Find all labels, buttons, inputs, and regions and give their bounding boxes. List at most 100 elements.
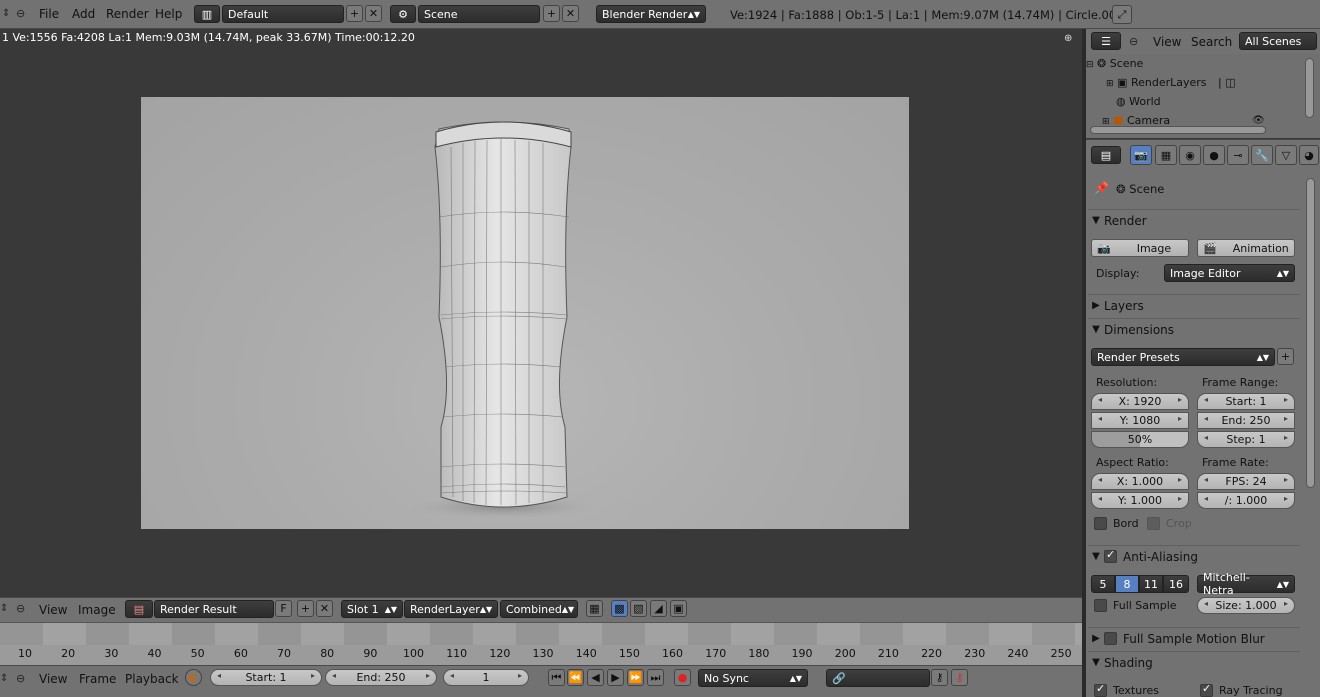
remove-screen-icon[interactable]: ✕ (365, 5, 382, 22)
frame-step-field[interactable]: ◂ Step: 1 ▸ (1197, 431, 1295, 448)
data-tab-icon[interactable]: ▽ (1275, 145, 1297, 165)
decrement-icon[interactable]: ◂ (1204, 395, 1208, 404)
full-sample-checkbox[interactable]: Full Sample (1094, 599, 1177, 612)
red-channel-icon[interactable]: ▣ (670, 600, 687, 617)
decrement-icon[interactable]: ◂ (1204, 599, 1208, 608)
decrement-icon[interactable]: ◂ (1204, 494, 1208, 503)
add-scene-icon[interactable]: + (543, 5, 560, 22)
insert-keyframe-icon[interactable]: ⚷ (931, 669, 948, 686)
add-preset-icon[interactable]: + (1277, 348, 1294, 365)
collapse-icon[interactable]: ⊖ (1129, 35, 1138, 48)
jump-start-icon[interactable]: ⏮ (548, 669, 565, 686)
increment-icon[interactable]: ▸ (518, 671, 522, 680)
slot-dropdown[interactable]: Slot 1 ▲▼ (341, 600, 403, 618)
z-buffer-icon[interactable]: ◢ (650, 600, 667, 617)
scene-field[interactable]: Scene (418, 5, 540, 23)
layer-dropdown[interactable]: RenderLayer ▲▼ (404, 600, 498, 618)
resolution-percent-slider[interactable]: 50% (1091, 431, 1189, 448)
play-icon[interactable]: ▶ (607, 669, 624, 686)
scene-icon[interactable]: ⚙ (390, 5, 416, 23)
anti-aliasing-panel-header[interactable]: ▼ Anti-Aliasing (1088, 545, 1300, 567)
aa-samples-8[interactable]: 8 (1115, 575, 1139, 593)
outliner-hscrollbar[interactable] (1090, 126, 1266, 134)
render-presets-dropdown[interactable]: Render Presets ▲▼ (1091, 348, 1275, 366)
increment-icon[interactable]: ▸ (426, 671, 430, 680)
remove-scene-icon[interactable]: ✕ (562, 5, 579, 22)
bord-checkbox-box[interactable] (1094, 517, 1107, 530)
increment-icon[interactable]: ▸ (1284, 599, 1288, 608)
screen-layout-icon[interactable]: ▥ (194, 5, 220, 23)
fake-user-button[interactable]: F (275, 600, 292, 617)
motion-blur-checkbox[interactable] (1104, 632, 1117, 645)
collapse-icon[interactable]: ⊖ (16, 7, 25, 20)
prev-keyframe-icon[interactable]: ⏪ (567, 669, 584, 686)
outliner-row-scene[interactable]: ⊟ ❂ Scene (1086, 57, 1143, 70)
aa-samples-5[interactable]: 5 (1091, 575, 1115, 593)
play-reverse-icon[interactable]: ◀ (587, 669, 604, 686)
menu-file[interactable]: File (39, 7, 59, 21)
render-panel-header[interactable]: ▼ Render (1088, 209, 1300, 231)
image-browse-icon[interactable]: ▤ (125, 600, 153, 618)
decrement-icon[interactable]: ◂ (1204, 414, 1208, 423)
start-frame-field[interactable]: ◂ Start: 1 ▸ (210, 669, 322, 686)
increment-icon[interactable]: ▸ (1178, 395, 1182, 404)
fps-field[interactable]: ◂ FPS: 24 ▸ (1197, 473, 1295, 490)
decrement-icon[interactable]: ◂ (1098, 494, 1102, 503)
render-layers-tab-icon[interactable]: ▦ (1155, 145, 1177, 165)
pin-icon[interactable]: 📌 (1094, 181, 1109, 195)
menu-view[interactable]: View (39, 672, 67, 686)
aa-samples-11[interactable]: 11 (1139, 575, 1163, 593)
object-tab-icon[interactable]: ⊸ (1227, 145, 1249, 165)
properties-scrollbar[interactable] (1306, 178, 1315, 488)
crop-checkbox-box[interactable] (1147, 517, 1160, 530)
menu-frame[interactable]: Frame (79, 672, 116, 686)
motion-blur-panel-header[interactable]: ▶ Full Sample Motion Blur (1088, 627, 1300, 649)
outliner-filter-dropdown[interactable]: All Scenes (1239, 32, 1317, 50)
decrement-icon[interactable]: ◂ (1204, 475, 1208, 484)
anti-aliasing-checkbox[interactable] (1104, 548, 1117, 563)
aa-filter-dropdown[interactable]: Mitchell-Netra ▲▼ (1197, 571, 1295, 597)
aspect-y-field[interactable]: ◂ Y: 1.000 ▸ (1091, 492, 1189, 509)
visibility-eye-icon[interactable]: 👁 (1252, 115, 1265, 126)
decrement-icon[interactable]: ◂ (217, 671, 221, 680)
expand-icon[interactable]: ⊟ (1086, 60, 1094, 70)
color-alpha-icon[interactable]: ▩ (611, 600, 628, 617)
ray-tracing-checkbox-box[interactable] (1200, 683, 1213, 697)
decrement-icon[interactable]: ◂ (1098, 414, 1102, 423)
jump-end-icon[interactable]: ⏭ (647, 669, 664, 686)
outliner-view-menu[interactable]: View (1153, 35, 1181, 49)
increment-icon[interactable]: ▸ (1284, 494, 1288, 503)
menu-playback[interactable]: Playback (125, 672, 179, 686)
fps-base-field[interactable]: ◂ /: 1.000 ▸ (1197, 492, 1295, 509)
dimensions-panel-header[interactable]: ▼ Dimensions (1088, 318, 1300, 340)
render-engine-dropdown[interactable]: Blender Render ▲▼ (596, 5, 706, 23)
aspect-x-field[interactable]: ◂ X: 1.000 ▸ (1091, 473, 1189, 490)
decrement-icon[interactable]: ◂ (1098, 395, 1102, 404)
decrement-icon[interactable]: ◂ (332, 671, 336, 680)
material-tab-icon[interactable]: ◕ (1299, 145, 1319, 165)
ray-tracing-checkbox[interactable]: Ray Tracing (1200, 683, 1283, 697)
menu-help[interactable]: Help (155, 7, 182, 21)
collapse-icon[interactable]: ⊖ (16, 602, 25, 615)
expand-icon[interactable]: ⊞ (1106, 79, 1114, 89)
screen-layout-field[interactable]: Default (222, 5, 344, 23)
decrement-icon[interactable]: ◂ (1098, 475, 1102, 484)
outliner-scrollbar[interactable] (1305, 58, 1314, 118)
outliner-row-camera[interactable]: ⊞ ■ Camera (1102, 114, 1170, 124)
world-tab-icon[interactable]: ● (1203, 145, 1225, 165)
expand-icon[interactable]: ⊞ (1102, 117, 1110, 124)
modifiers-tab-icon[interactable]: 🔧 (1251, 145, 1273, 165)
add-screen-icon[interactable]: + (346, 5, 363, 22)
outliner-search-menu[interactable]: Search (1191, 35, 1232, 49)
end-frame-field[interactable]: ◂ End: 250 ▸ (325, 669, 437, 686)
record-icon[interactable]: ● (674, 669, 691, 686)
editor-type-icon[interactable]: ⇕ (0, 603, 8, 614)
preview-range-icon[interactable]: ◐ (185, 669, 202, 686)
collapse-icon[interactable]: ⊖ (16, 672, 25, 685)
draw-mode-icon[interactable]: ▦ (586, 600, 603, 617)
next-keyframe-icon[interactable]: ⏩ (627, 669, 644, 686)
render-tab-icon[interactable]: 📷 (1130, 145, 1152, 165)
decrement-icon[interactable]: ◂ (450, 671, 454, 680)
increment-icon[interactable]: ▸ (1178, 414, 1182, 423)
decrement-icon[interactable]: ◂ (1204, 433, 1208, 442)
